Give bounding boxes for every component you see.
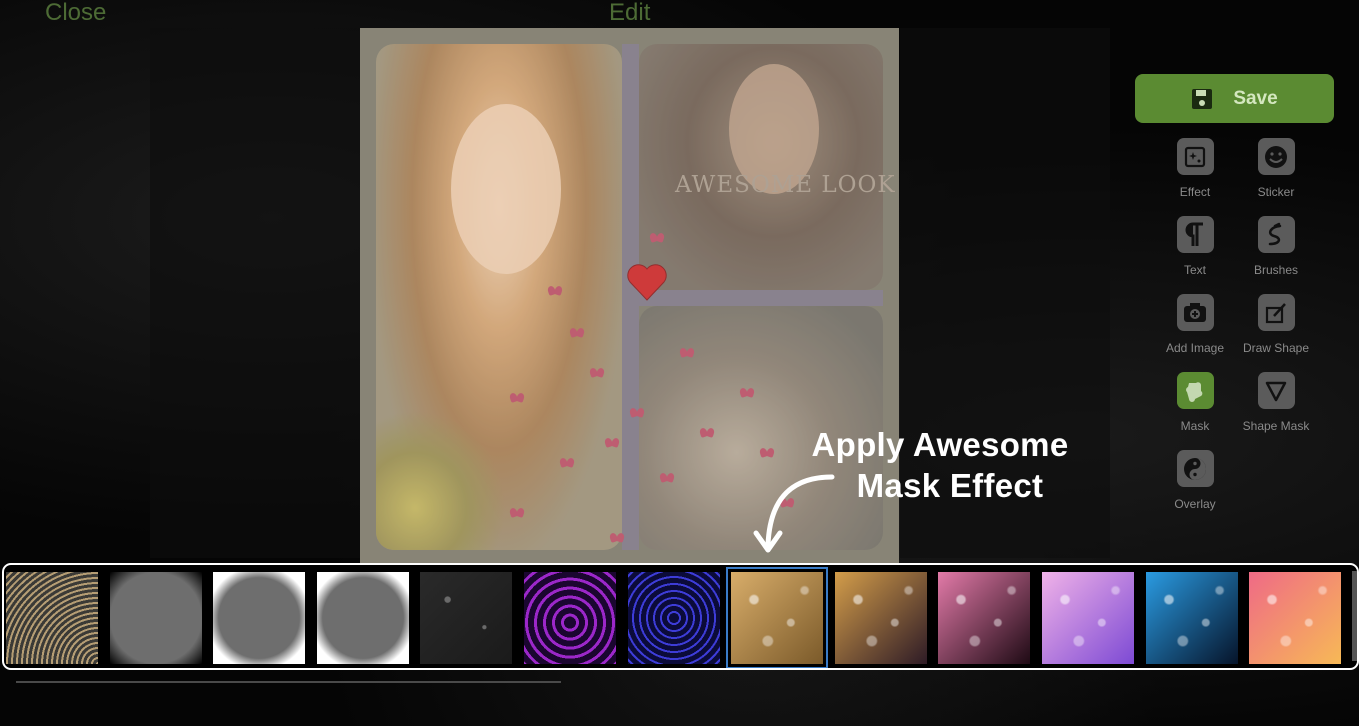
strip-scroll-edge[interactable] bbox=[1352, 571, 1357, 661]
portrait-face bbox=[451, 104, 561, 274]
close-button[interactable]: Close bbox=[45, 0, 106, 26]
add-image-icon bbox=[1176, 294, 1214, 331]
tool-text[interactable]: Text bbox=[1155, 216, 1235, 277]
tool-brushes[interactable]: Brushes bbox=[1236, 216, 1316, 277]
butterfly-sticker bbox=[548, 286, 562, 295]
tool-shape-mask[interactable]: Shape Mask bbox=[1236, 372, 1316, 433]
draw-shape-icon bbox=[1257, 294, 1295, 331]
left-backdrop-panel bbox=[150, 28, 360, 558]
mask-thumbnail-bokeh-hearts-dark-mask[interactable] bbox=[834, 572, 927, 664]
mask-thumbnail-white-border-mask[interactable] bbox=[213, 572, 306, 664]
puzzle-mask-icon bbox=[1176, 372, 1214, 409]
brush-squiggle-icon bbox=[1257, 216, 1295, 253]
tool-label: Sticker bbox=[1257, 185, 1295, 199]
mask-thumbnail-grunge-gray-mask[interactable] bbox=[109, 572, 202, 664]
collage-photo-left[interactable] bbox=[376, 44, 622, 550]
tool-draw-shape[interactable]: Draw Shape bbox=[1236, 294, 1316, 355]
mask-thumbnail-blue-bokeh-mask[interactable] bbox=[1145, 572, 1238, 664]
smiley-icon bbox=[1257, 138, 1295, 175]
edit-title: Edit bbox=[609, 0, 651, 26]
heart-sticker[interactable] bbox=[625, 260, 669, 304]
tool-overlay[interactable]: Overlay bbox=[1155, 450, 1235, 511]
triangle-icon bbox=[1257, 372, 1295, 409]
mask-thumbnail-blue-rings-mask[interactable] bbox=[627, 572, 720, 664]
mask-thumbnail-lilac-bokeh-mask[interactable] bbox=[1041, 572, 1134, 664]
tool-label: Add Image bbox=[1165, 341, 1225, 355]
tool-effect[interactable]: Effect bbox=[1155, 138, 1235, 199]
mask-thumbnail-sunset-hearts-mask[interactable] bbox=[1249, 572, 1342, 664]
butterfly-sticker bbox=[560, 458, 574, 467]
mask-thumbnail-purple-swirl-mask[interactable] bbox=[523, 572, 616, 664]
butterfly-sticker bbox=[610, 533, 624, 542]
canvas-text-overlay[interactable]: AWESOME LOOK bbox=[675, 172, 896, 198]
pilcrow-icon bbox=[1176, 216, 1214, 253]
mask-thumbnail-star-trails-mask[interactable] bbox=[6, 572, 98, 664]
butterfly-sticker bbox=[570, 328, 584, 337]
butterfly-sticker bbox=[590, 368, 604, 377]
curved-arrow-icon bbox=[753, 474, 835, 553]
effect-icon bbox=[1176, 138, 1214, 175]
tulip-bouquet bbox=[376, 410, 506, 550]
tool-add-image[interactable]: Add Image bbox=[1155, 294, 1235, 355]
save-button[interactable]: Save bbox=[1135, 74, 1334, 123]
butterfly-sticker bbox=[680, 348, 694, 357]
butterfly-sticker bbox=[510, 393, 524, 402]
collage-photo-top-right[interactable] bbox=[639, 44, 883, 290]
tool-label: Shape Mask bbox=[1242, 419, 1310, 433]
butterfly-sticker bbox=[660, 473, 674, 482]
save-button-label: Save bbox=[1233, 87, 1278, 109]
tool-label: Draw Shape bbox=[1242, 341, 1310, 355]
tool-label: Mask bbox=[1180, 419, 1210, 433]
yin-yang-icon bbox=[1176, 450, 1214, 487]
tool-label: Text bbox=[1183, 263, 1206, 277]
collage-divider-horizontal bbox=[639, 290, 883, 306]
mask-thumbnail-dark-texture-mask[interactable] bbox=[420, 572, 513, 664]
mask-thumbnail-row bbox=[6, 567, 1353, 668]
butterfly-sticker bbox=[740, 388, 754, 397]
butterfly-sticker bbox=[650, 233, 664, 242]
butterfly-sticker bbox=[605, 438, 619, 447]
mask-thumbnail-golden-hearts-mask[interactable] bbox=[726, 567, 829, 668]
mask-thumbnail-rough-edge-mask[interactable] bbox=[316, 572, 409, 664]
tool-label: Overlay bbox=[1174, 497, 1216, 511]
butterfly-sticker bbox=[630, 408, 644, 417]
butterfly-sticker bbox=[510, 508, 524, 517]
bottom-divider bbox=[16, 681, 561, 683]
tool-label: Effect bbox=[1179, 185, 1211, 199]
butterfly-sticker bbox=[700, 428, 714, 437]
tool-mask[interactable]: Mask bbox=[1155, 372, 1235, 433]
tool-sticker[interactable]: Sticker bbox=[1236, 138, 1316, 199]
tool-label: Brushes bbox=[1253, 263, 1299, 277]
callout-line-1: Apply Awesome bbox=[811, 426, 1069, 463]
mask-thumbnail-strip[interactable] bbox=[2, 563, 1359, 670]
mask-thumbnail-pink-hearts-mask[interactable] bbox=[938, 572, 1031, 664]
floppy-disk-icon bbox=[1192, 88, 1213, 109]
